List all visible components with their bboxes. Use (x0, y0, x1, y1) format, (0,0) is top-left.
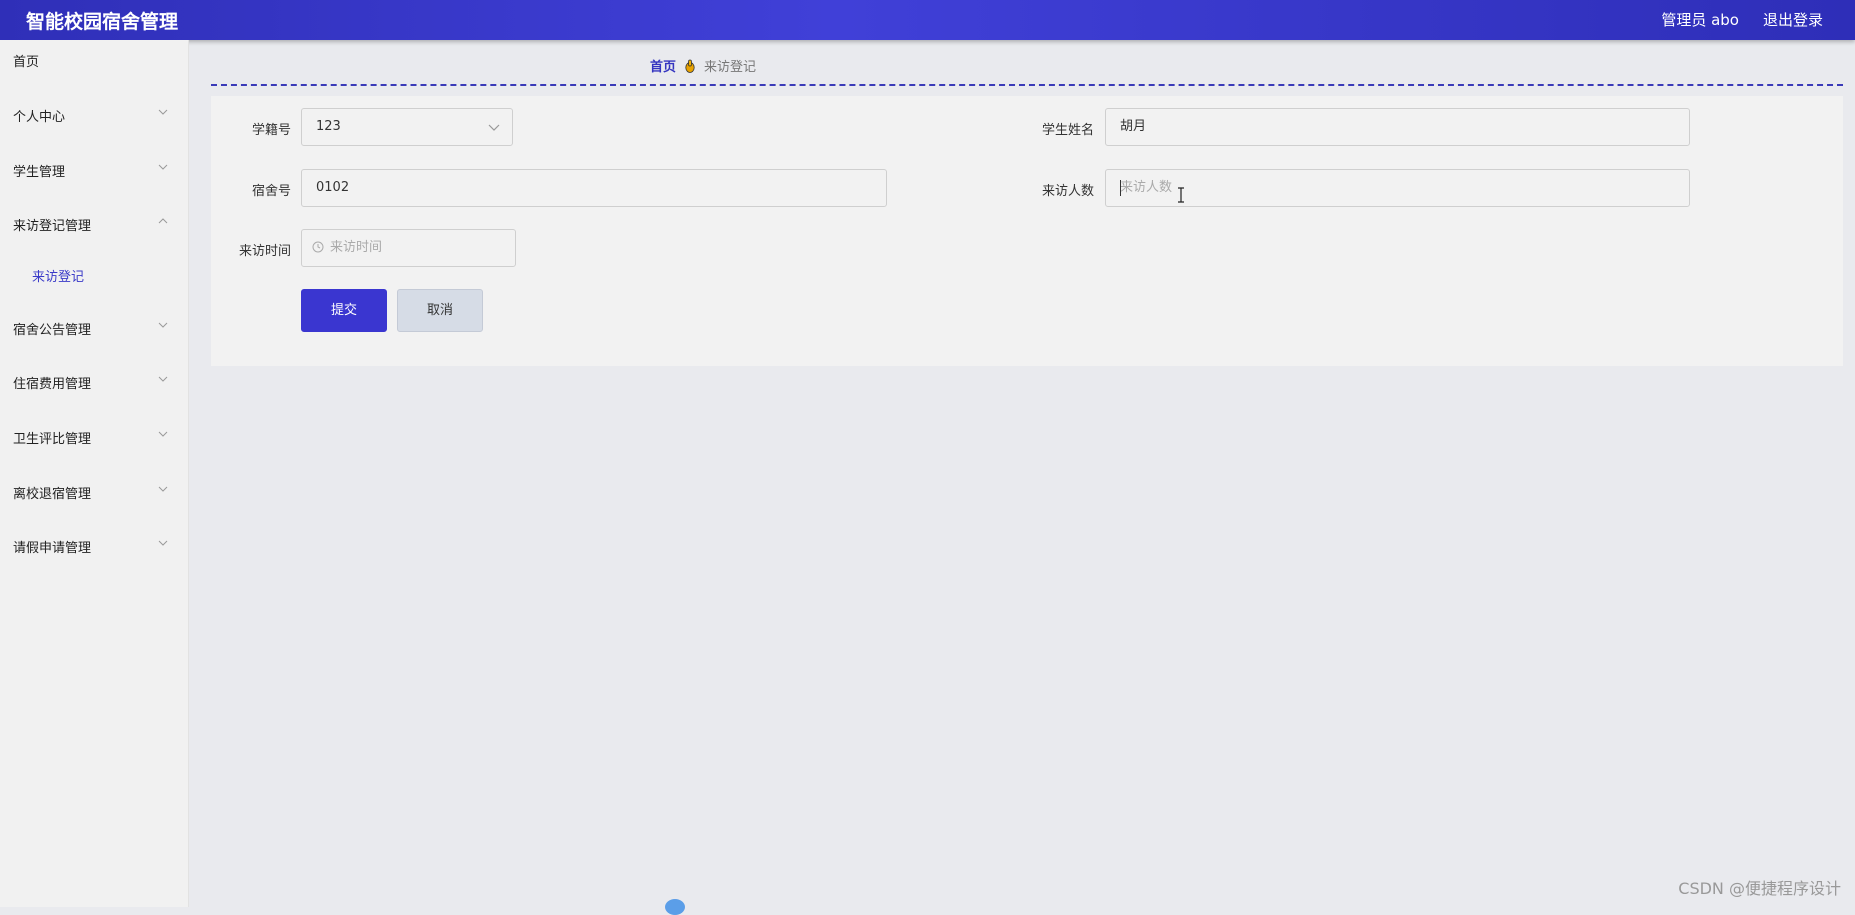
sidebar-item-profile[interactable]: 个人中心 (0, 95, 188, 135)
sidebar-item-hygiene-rating[interactable]: 卫生评比管理 (0, 417, 188, 457)
sidebar: 首页 个人中心 学生管理 来访登记管理 来访登记 宿舍公告管理 住宿费用管理 卫… (0, 40, 189, 907)
chevron-up-icon (158, 216, 168, 226)
user-label[interactable]: 管理员 abo (1661, 9, 1739, 30)
breadcrumb-current: 来访登记 (704, 56, 756, 75)
visit-time-label: 来访时间 (211, 240, 291, 259)
sidebar-subitem-visitor-registration[interactable]: 来访登记 (0, 255, 188, 295)
logout-link[interactable]: 退出登录 (1763, 9, 1823, 30)
sidebar-item-label: 离校退宿管理 (13, 483, 91, 502)
visitor-form: 学籍号 123 学生姓名 胡月 宿舍号 0102 来访人数 来访人数 来访时间 … (211, 96, 1843, 366)
sidebar-item-label: 学生管理 (13, 161, 65, 180)
sidebar-item-checkout[interactable]: 离校退宿管理 (0, 472, 188, 512)
visit-time-picker[interactable]: 来访时间 (301, 229, 516, 267)
chevron-down-icon (158, 429, 168, 439)
watermark: CSDN @便捷程序设计 (1678, 875, 1841, 899)
sidebar-item-leave-requests[interactable]: 请假申请管理 (0, 526, 188, 566)
student-name-value: 胡月 (1120, 119, 1146, 134)
sidebar-item-label: 请假申请管理 (13, 537, 91, 556)
submit-button[interactable]: 提交 (301, 289, 387, 332)
chevron-down-icon (158, 107, 168, 117)
chevron-down-icon (158, 320, 168, 330)
sidebar-item-label: 首页 (13, 51, 39, 70)
sidebar-item-label: 住宿费用管理 (13, 373, 91, 392)
header-actions: 管理员 abo 退出登录 (1661, 9, 1823, 30)
breadcrumb-home[interactable]: 首页 (650, 56, 676, 75)
student-name-input[interactable]: 胡月 (1105, 108, 1690, 146)
chevron-down-icon (488, 122, 500, 132)
student-name-label: 学生姓名 (1014, 119, 1094, 138)
hand-icon (684, 59, 696, 73)
sidebar-item-accommodation-fees[interactable]: 住宿费用管理 (0, 362, 188, 402)
sidebar-item-home[interactable]: 首页 (0, 40, 188, 80)
chevron-down-icon (158, 374, 168, 384)
visitor-count-input[interactable]: 来访人数 (1105, 169, 1690, 207)
ibeam-cursor-icon (1177, 187, 1185, 203)
sidebar-item-label: 来访登记管理 (13, 215, 91, 234)
dorm-label: 宿舍号 (211, 180, 291, 199)
chevron-down-icon (158, 538, 168, 548)
student-id-select[interactable]: 123 (301, 108, 513, 146)
dorm-input[interactable]: 0102 (301, 169, 887, 207)
sidebar-item-label: 来访登记 (32, 266, 84, 285)
floating-dot (665, 899, 685, 915)
text-cursor (1120, 180, 1121, 196)
visitor-count-label: 来访人数 (1014, 180, 1094, 199)
chevron-down-icon (158, 484, 168, 494)
sidebar-item-students[interactable]: 学生管理 (0, 150, 188, 190)
visitor-count-placeholder: 来访人数 (1120, 180, 1172, 195)
breadcrumb: 首页 来访登记 (650, 56, 756, 75)
top-bar: 智能校园宿舍管理 管理员 abo 退出登录 (0, 0, 1855, 40)
dorm-value: 0102 (316, 180, 349, 195)
student-id-label: 学籍号 (211, 119, 291, 138)
sidebar-item-label: 个人中心 (13, 106, 65, 125)
sidebar-item-visitor-management[interactable]: 来访登记管理 (0, 204, 188, 244)
divider (211, 84, 1843, 86)
student-id-value: 123 (316, 119, 341, 134)
sidebar-item-dorm-notices[interactable]: 宿舍公告管理 (0, 308, 188, 348)
app-title: 智能校园宿舍管理 (26, 7, 178, 34)
sidebar-item-label: 宿舍公告管理 (13, 319, 91, 338)
chevron-down-icon (158, 162, 168, 172)
clock-icon (312, 241, 324, 253)
visit-time-placeholder: 来访时间 (330, 240, 382, 255)
sidebar-item-label: 卫生评比管理 (13, 428, 91, 447)
cancel-button[interactable]: 取消 (397, 289, 483, 332)
